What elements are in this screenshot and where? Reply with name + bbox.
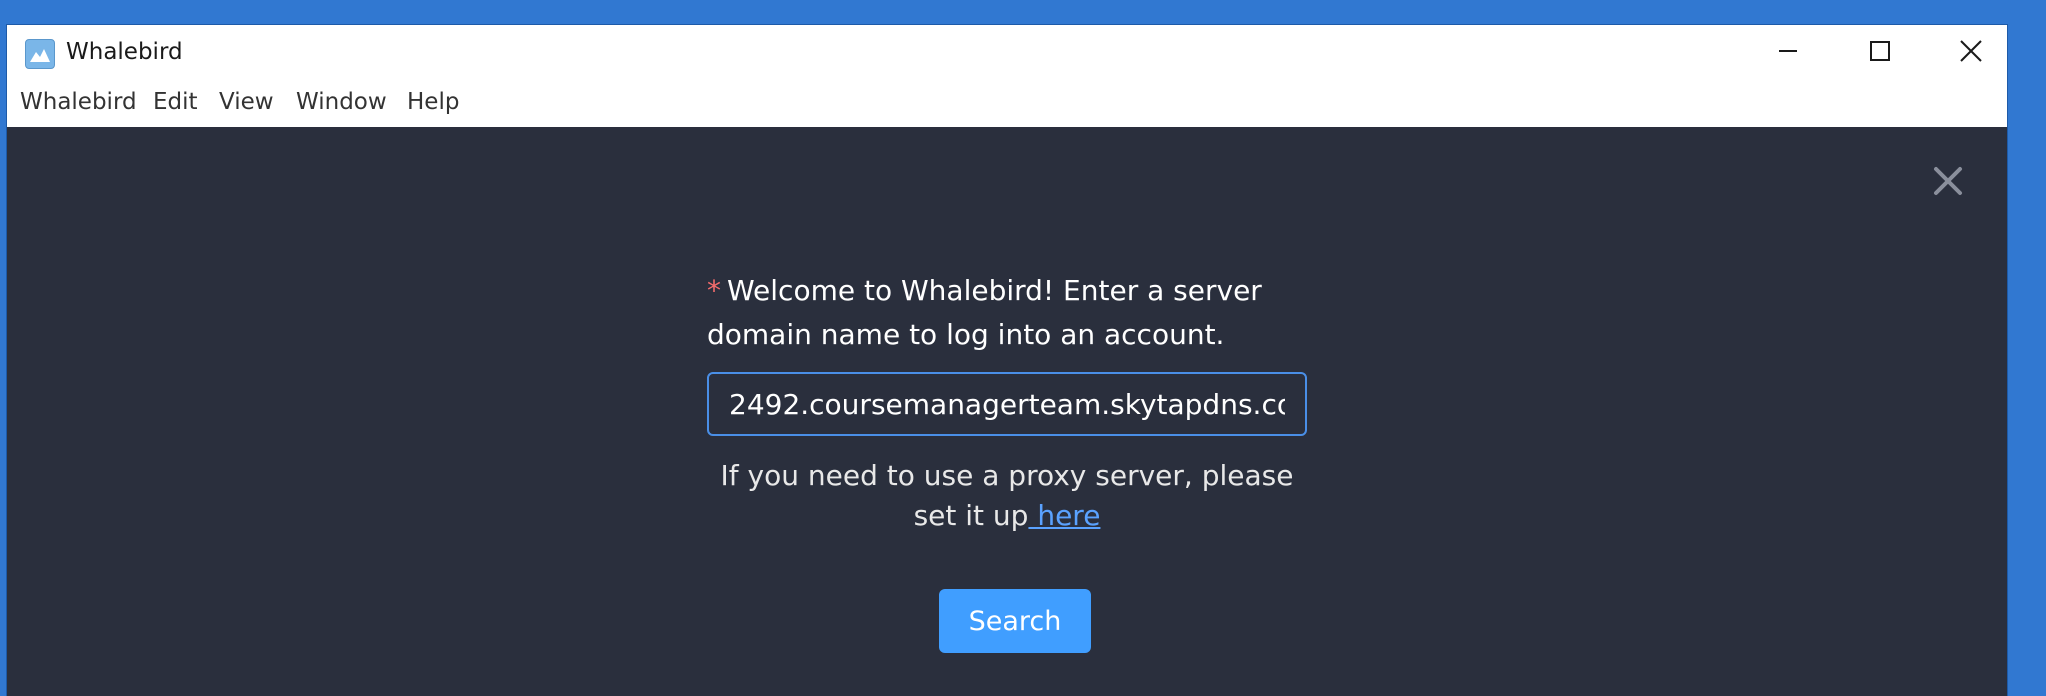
proxy-settings-link[interactable]: here <box>1028 499 1100 532</box>
close-window-button[interactable] <box>1925 25 2017 77</box>
domain-label: * Welcome to Whalebird! Enter a server do… <box>707 269 1267 357</box>
welcome-text: Welcome to Whalebird! Enter a server dom… <box>707 274 1262 351</box>
menu-whalebird[interactable]: Whalebird <box>20 89 137 115</box>
minimize-icon <box>1779 50 1797 52</box>
minimize-button[interactable] <box>1742 25 1834 77</box>
menu-view[interactable]: View <box>219 89 274 115</box>
menu-edit[interactable]: Edit <box>153 89 198 115</box>
required-mark: * <box>707 274 721 307</box>
menu-help[interactable]: Help <box>407 89 459 115</box>
dialog-close-button[interactable] <box>1928 161 1968 201</box>
whalebird-app-icon <box>25 39 55 69</box>
app-window: Whalebird Whalebird Edit View Window Hel… <box>7 25 2007 696</box>
login-form: * Welcome to Whalebird! Enter a server do… <box>707 269 1327 653</box>
maximize-icon <box>1870 41 1890 61</box>
window-title: Whalebird <box>66 39 183 65</box>
proxy-hint-text: If you need to use a proxy server, pleas… <box>720 459 1294 532</box>
domain-input[interactable] <box>707 372 1307 436</box>
menu-window[interactable]: Window <box>296 89 387 115</box>
search-button[interactable]: Search <box>939 589 1091 653</box>
close-icon <box>1960 40 1982 62</box>
proxy-hint: If you need to use a proxy server, pleas… <box>707 456 1307 536</box>
menu-bar: Whalebird Edit View Window Help <box>7 77 2007 127</box>
close-x-icon <box>1934 167 1962 195</box>
title-bar[interactable]: Whalebird <box>7 25 2007 77</box>
login-content: * Welcome to Whalebird! Enter a server do… <box>7 127 2007 696</box>
maximize-button[interactable] <box>1834 25 1926 77</box>
